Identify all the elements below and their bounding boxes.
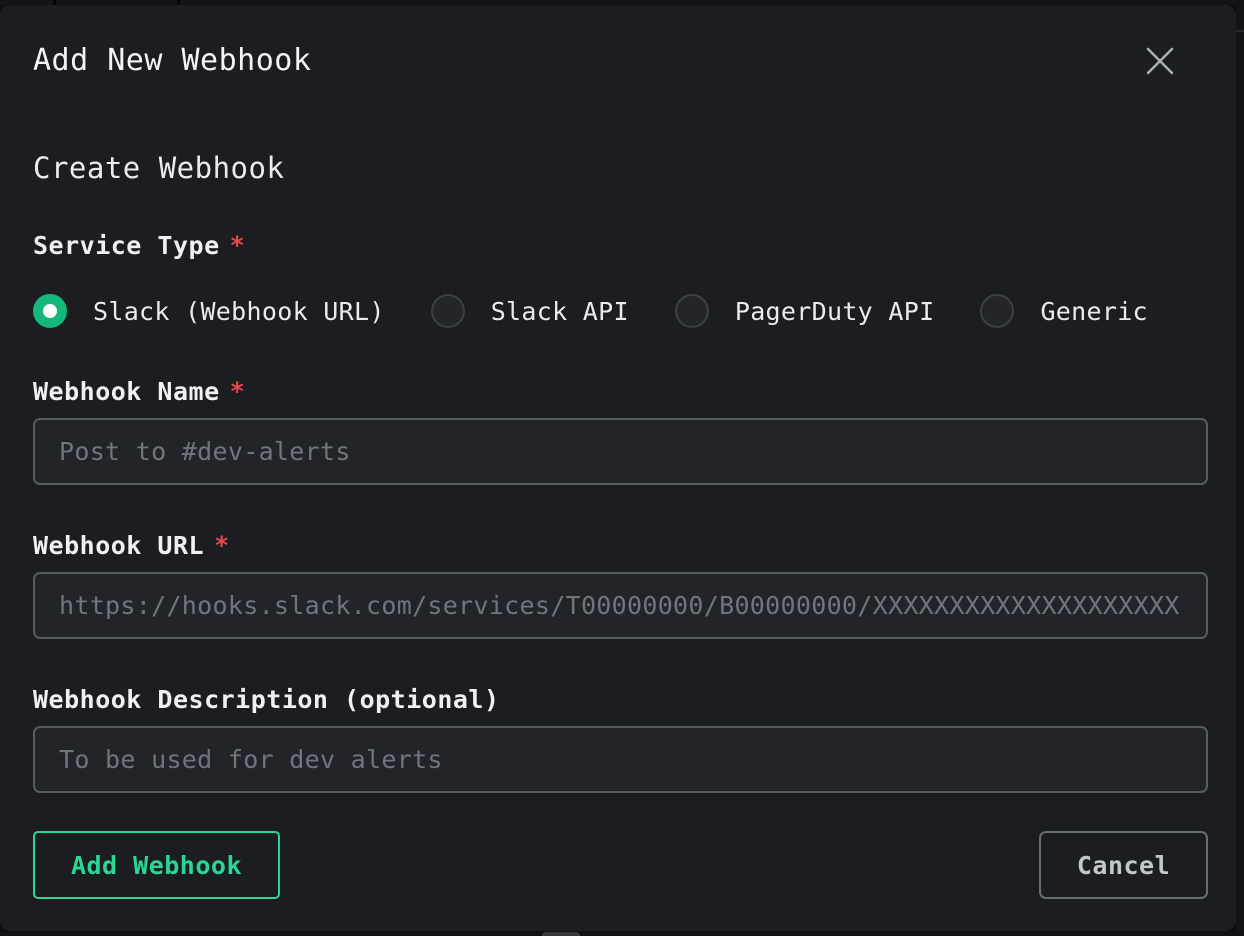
service-type-radio-group: Slack (Webhook URL) Slack API PagerDuty … bbox=[33, 294, 1208, 328]
modal-footer: Add Webhook Cancel bbox=[33, 831, 1208, 899]
webhook-name-field-group: Webhook Name* bbox=[33, 376, 1208, 485]
radio-label: Slack (Webhook URL) bbox=[93, 297, 385, 326]
webhook-url-field-group: Webhook URL* bbox=[33, 530, 1208, 639]
radio-button-icon[interactable] bbox=[431, 294, 465, 328]
page-behind-modal-element bbox=[542, 932, 580, 936]
webhook-url-label: Webhook URL* bbox=[33, 530, 1208, 562]
webhook-description-field-group: Webhook Description (optional) bbox=[33, 684, 1208, 793]
webhook-name-input[interactable] bbox=[33, 418, 1208, 485]
radio-option-slack-api[interactable]: Slack API bbox=[431, 294, 629, 328]
add-webhook-modal: Add New Webhook Create Webhook Service T… bbox=[0, 5, 1236, 931]
radio-selected-dot bbox=[43, 304, 57, 318]
webhook-name-label: Webhook Name* bbox=[33, 376, 1208, 408]
close-icon bbox=[1145, 46, 1175, 76]
radio-button-icon[interactable] bbox=[980, 294, 1014, 328]
radio-label: Slack API bbox=[491, 297, 629, 326]
add-webhook-button[interactable]: Add Webhook bbox=[33, 831, 280, 899]
cancel-button[interactable]: Cancel bbox=[1039, 831, 1208, 899]
required-asterisk: * bbox=[214, 531, 230, 560]
radio-option-slack-webhook-url[interactable]: Slack (Webhook URL) bbox=[33, 294, 385, 328]
radio-option-pagerduty-api[interactable]: PagerDuty API bbox=[675, 294, 935, 328]
page-behind-modal-bottom bbox=[0, 931, 1244, 936]
radio-button-icon[interactable] bbox=[675, 294, 709, 328]
backdrop-divider bbox=[1236, 30, 1244, 32]
webhook-description-input[interactable] bbox=[33, 726, 1208, 793]
webhook-url-input[interactable] bbox=[33, 572, 1208, 639]
modal-header: Add New Webhook bbox=[33, 43, 1208, 79]
service-type-label: Service Type* bbox=[33, 230, 1208, 262]
radio-option-generic[interactable]: Generic bbox=[980, 294, 1147, 328]
webhook-description-label: Webhook Description (optional) bbox=[33, 684, 1208, 716]
radio-label: PagerDuty API bbox=[735, 297, 935, 326]
required-asterisk: * bbox=[230, 377, 246, 406]
required-asterisk: * bbox=[230, 231, 246, 260]
radio-button-icon[interactable] bbox=[33, 294, 67, 328]
create-webhook-heading: Create Webhook bbox=[33, 150, 1208, 186]
close-button[interactable] bbox=[1144, 45, 1176, 77]
radio-label: Generic bbox=[1040, 297, 1147, 326]
page-behind-modal-right bbox=[1236, 0, 1244, 936]
modal-title: Add New Webhook bbox=[33, 43, 311, 79]
